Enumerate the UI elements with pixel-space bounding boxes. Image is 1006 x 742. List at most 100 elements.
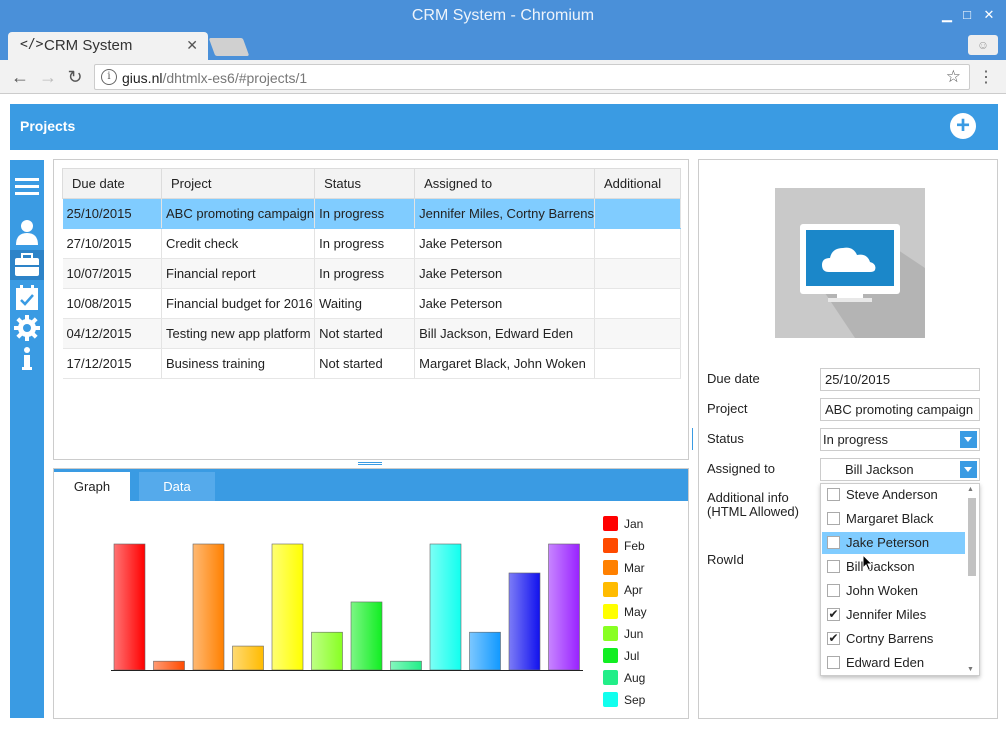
cell-status: In progress [314,258,416,289]
label-additional-info: Additional info (HTML Allowed) [707,491,799,519]
info-icon[interactable] [14,346,40,372]
add-project-button[interactable]: + [950,113,976,139]
cell-status: In progress [314,228,416,259]
bar-aug[interactable] [390,660,422,671]
table-row[interactable]: 10/07/2015 Financial report In progress … [62,258,682,289]
projects-table: Due date Project Status Assigned to Addi… [62,168,682,379]
cell-assigned: Jake Peterson [414,228,595,259]
checkbox[interactable] [827,536,840,549]
menu-icon[interactable] [14,174,40,200]
dropdown-scrollbar[interactable]: ▲ ▼ [966,486,977,673]
tab-close-icon[interactable]: ✕ [186,37,198,54]
forward-icon[interactable]: → [37,66,59,88]
dropdown-option[interactable]: ✔ Cortny Barrens [822,628,965,650]
bar-may[interactable] [271,543,304,671]
bar-jul[interactable] [350,601,383,671]
cell-additional [594,258,682,289]
checkbox[interactable] [827,584,840,597]
layout-resizer[interactable] [358,462,382,465]
table-row[interactable]: 25/10/2015 ABC promoting campaign In pro… [62,198,682,229]
cell-due-date: 10/08/2015 [62,288,162,319]
chevron-down-icon[interactable] [960,461,977,478]
layout-resizer-vertical[interactable] [692,428,693,450]
project-field[interactable]: ABC promoting campaign [820,398,980,421]
legend-swatch-may [603,604,618,619]
table-row[interactable]: 04/12/2015 Testing new app platform Not … [62,318,682,349]
label-project: Project [707,401,748,416]
bar-jun[interactable] [311,631,343,671]
table-header-row: Due date Project Status Assigned to Addi… [62,168,682,199]
column-header-project[interactable]: Project [160,168,316,199]
gear-icon[interactable] [14,314,40,341]
dropdown-option[interactable]: John Woken [822,580,965,602]
app-header: Projects + [10,104,998,150]
column-header-assigned-to[interactable]: Assigned to [414,168,595,199]
calendar-check-icon[interactable] [14,284,40,310]
column-header-due-date[interactable]: Due date [62,168,162,199]
checkbox[interactable] [827,488,840,501]
scroll-down-icon[interactable]: ▼ [967,666,974,673]
checkbox[interactable] [827,656,840,669]
legend-swatch-apr [603,582,618,597]
bar-sep[interactable] [429,543,462,671]
scroll-up-icon[interactable]: ▲ [967,486,974,493]
bar-mar[interactable] [192,543,225,671]
due-date-field[interactable]: 25/10/2015 [820,368,980,391]
checkbox-checked[interactable]: ✔ [827,632,840,645]
chevron-down-icon[interactable] [960,431,977,448]
reload-icon[interactable]: ↻ [64,66,86,88]
close-window-icon[interactable]: ✕ [980,6,998,24]
status-select[interactable]: In progress [820,428,980,451]
minimize-icon[interactable]: ▁ [938,6,956,24]
browser-menu-icon[interactable]: ⋮ [978,67,994,87]
bar-nov[interactable] [508,572,541,671]
cell-status: Not started [314,318,416,349]
bar-chart: Jan Feb Mar Apr May Jun Jul Aug Sep [111,516,647,707]
assigned-to-dropdown[interactable]: Steve Anderson Margaret Black Jake Peter… [820,483,980,676]
bar-oct[interactable] [469,631,501,671]
cell-project: Credit check [161,228,316,259]
maximize-icon[interactable]: □ [958,6,976,24]
cell-due-date: 27/10/2015 [62,228,162,259]
assigned-to-select[interactable]: Bill Jackson [820,458,980,481]
bar-feb[interactable] [153,660,185,671]
label-status: Status [707,431,744,446]
column-header-additional[interactable]: Additional [593,168,682,199]
dropdown-option[interactable]: Bill Jackson [822,556,965,578]
browser-tab[interactable]: </> CRM System ✕ [8,32,208,60]
scrollbar-thumb[interactable] [968,498,976,576]
tab-data[interactable]: Data [139,472,215,501]
checkbox-checked[interactable]: ✔ [827,608,840,621]
dropdown-option[interactable]: ✔ Jennifer Miles [822,604,965,626]
bar-apr[interactable] [232,645,264,671]
project-image [775,188,925,338]
dropdown-option[interactable]: Margaret Black [822,508,965,530]
bar-jan[interactable] [113,543,146,671]
back-icon[interactable]: ← [9,66,31,88]
window-titlebar: CRM System - Chromium ▁ □ ✕ [0,0,1006,32]
table-row[interactable]: 10/08/2015 Financial budget for 2016 Wai… [62,288,682,319]
checkbox[interactable] [827,560,840,573]
legend-label-jan: Jan [624,517,643,531]
briefcase-icon[interactable] [10,250,44,280]
dropdown-option[interactable]: Steve Anderson [822,484,965,506]
cell-due-date: 25/10/2015 [62,198,162,229]
column-header-status[interactable]: Status [314,168,416,199]
label-additional-line1: Additional info [707,490,789,505]
bar-dec[interactable] [548,543,580,671]
user-icon[interactable] [14,218,40,245]
bookmark-star-icon[interactable]: ☆ [946,67,961,87]
tab-graph[interactable]: Graph [54,472,130,501]
table-row[interactable]: 27/10/2015 Credit check In progress Jake… [62,228,682,259]
address-bar[interactable]: i gius.nl/dhtmlx-es6/#projects/1 ☆ [94,64,970,90]
projects-grid-panel: Due date Project Status Assigned to Addi… [53,159,689,460]
option-label: Margaret Black [846,511,934,526]
profile-icon[interactable]: ☺ [968,35,998,55]
legend-label-may: May [624,605,647,619]
new-tab-button[interactable] [208,38,250,56]
info-icon[interactable]: i [101,69,117,85]
table-row[interactable]: 17/12/2015 Business training Not started… [62,348,682,379]
dropdown-option[interactable]: Jake Peterson [822,532,965,554]
dropdown-option[interactable]: Edward Eden [822,652,965,674]
checkbox[interactable] [827,512,840,525]
